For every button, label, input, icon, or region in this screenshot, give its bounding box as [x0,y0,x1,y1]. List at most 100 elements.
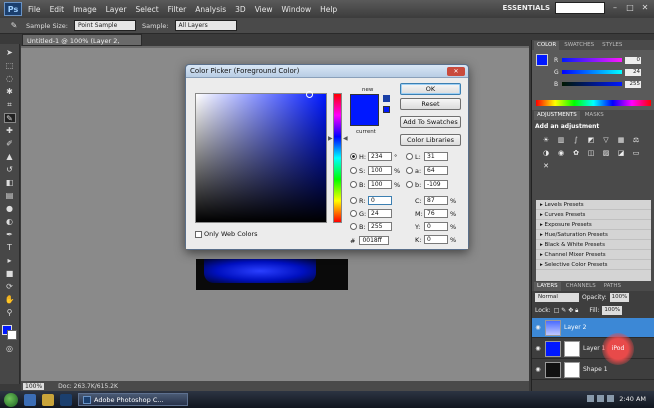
ok-button[interactable]: OK [400,83,461,95]
menu-window[interactable]: Window [282,5,312,14]
eye-icon[interactable]: ◉ [534,324,542,332]
color-libraries-button[interactable]: Color Libraries [400,134,461,146]
lock-icons[interactable]: □ ✎ ✥ 🔒︎ [554,307,579,315]
layer-row[interactable]: ◉ Layer 2 [532,318,654,338]
magenta-input[interactable]: 76 [424,209,448,218]
brightness-contrast-icon[interactable]: ☀ [540,135,552,145]
stamp-tool-icon[interactable]: ▲ [4,152,16,162]
posterize-icon[interactable]: ▨ [600,148,612,158]
hue-radio[interactable] [350,153,357,160]
vibrance-icon[interactable]: ▽ [600,135,612,145]
threshold-icon[interactable]: ◪ [615,148,627,158]
hue-saturation-icon[interactable]: ▦ [615,135,627,145]
layer-row[interactable]: ◉ Layer 1 [532,339,654,359]
eye-icon[interactable]: ◉ [534,366,542,374]
brush-tool-icon[interactable]: ✐ [4,139,16,149]
tab-adjustments[interactable]: ADJUSTMENTS [534,111,580,120]
saturation-radio[interactable] [350,167,357,174]
red-input[interactable]: 0 [368,196,392,205]
exposure-icon[interactable]: ◩ [585,135,597,145]
sample-size-select[interactable]: Point Sample [73,20,136,31]
blend-mode-select[interactable]: Normal [535,293,579,302]
preset-curves[interactable]: Curves Presets [536,210,651,220]
tab-masks[interactable]: MASKS [582,111,607,120]
add-to-swatches-button[interactable]: Add To Swatches [400,116,461,128]
shape-tool-icon[interactable]: ■ [4,269,16,279]
menu-edit[interactable]: Edit [50,5,65,14]
black-input[interactable]: 0 [424,235,448,244]
close-icon[interactable]: ✕ [640,3,650,13]
marquee-tool-icon[interactable]: ⬚ [4,61,16,71]
web-colors-checkbox[interactable] [195,230,202,238]
search-input[interactable] [555,2,605,14]
hex-input[interactable]: 0018ff [359,236,390,245]
menu-layer[interactable]: Layer [106,5,127,14]
lab-l-input[interactable]: 31 [424,152,448,161]
levels-icon[interactable]: ▥ [555,135,567,145]
color-slider-g[interactable]: G 24 [554,68,650,76]
type-tool-icon[interactable]: T [4,243,16,253]
history-brush-tool-icon[interactable]: ↺ [4,165,16,175]
menu-image[interactable]: Image [73,5,97,14]
tab-swatches[interactable]: SWATCHES [561,41,597,50]
magic-wand-tool-icon[interactable]: ✱ [4,87,16,97]
zoom-tool-icon[interactable]: ⚲ [4,308,16,318]
blue-radio[interactable] [350,223,357,230]
taskbar-photoshop-item[interactable]: Adobe Photoshop C... [78,393,188,406]
green-radio[interactable] [350,210,357,217]
eyedropper-icon[interactable]: ✎ [8,21,20,31]
preset-channel-mixer[interactable]: Channel Mixer Presets [536,250,651,260]
menu-filter[interactable]: Filter [168,5,187,14]
hue-slider[interactable] [333,93,342,223]
clock[interactable]: 2:40 AM [619,395,646,403]
color-panel-swatch[interactable] [536,54,548,66]
invert-icon[interactable]: ◫ [585,148,597,158]
lab-a-input[interactable]: 64 [424,166,448,175]
quicklaunch-folder-icon[interactable] [42,393,54,406]
brightness-input[interactable]: 100 [368,180,392,189]
tray-network-icon[interactable] [587,395,594,402]
lab-l-radio[interactable] [406,153,413,160]
move-tool-icon[interactable]: ➤ [4,48,16,58]
menu-view[interactable]: View [255,5,273,14]
web-safe-icon[interactable] [383,106,390,113]
red-radio[interactable] [350,197,357,204]
tab-color[interactable]: COLOR [534,41,560,50]
dodge-tool-icon[interactable]: ◐ [4,217,16,227]
eye-icon[interactable]: ◉ [534,345,542,353]
maximize-icon[interactable]: □ [625,3,635,13]
menu-analysis[interactable]: Analysis [195,5,226,14]
workspace-switcher[interactable]: ESSENTIALS [503,4,551,12]
fill-input[interactable]: 100% [602,306,623,315]
color-g-value[interactable]: 24 [625,68,641,76]
cube-icon[interactable] [383,95,390,102]
yellow-input[interactable]: 0 [424,222,448,231]
hue-input[interactable]: 234 [368,152,392,161]
blue-input[interactable]: 255 [368,222,392,231]
tab-layers[interactable]: LAYERS [534,282,561,291]
web-colors-option[interactable]: Only Web Colors [195,230,258,238]
zoom-level[interactable]: 100% [23,382,45,390]
lab-b-radio[interactable] [406,181,413,188]
tab-channels[interactable]: CHANNELS [563,282,599,291]
path-selection-tool-icon[interactable]: ▸ [4,256,16,266]
cyan-input[interactable]: 87 [424,196,448,205]
tray-power-icon[interactable] [607,395,614,402]
reset-button[interactable]: Reset [400,98,461,110]
tray-volume-icon[interactable] [597,395,604,402]
black-white-icon[interactable]: ◑ [540,148,552,158]
eyedropper-tool-icon[interactable]: ✎ [3,113,16,123]
start-button[interactable] [4,392,18,407]
3d-rotate-tool-icon[interactable]: ⟳ [4,282,16,292]
lab-b-input[interactable]: -109 [424,180,448,189]
hue-slider-right-arrow-icon[interactable]: ◀ [343,135,348,142]
opacity-input[interactable]: 100% [609,293,630,302]
menu-select[interactable]: Select [136,5,159,14]
gradient-map-icon[interactable]: ▭ [630,148,642,158]
preset-selective-color[interactable]: Selective Color Presets [536,260,651,270]
brightness-radio[interactable] [350,181,357,188]
preset-levels[interactable]: Levels Presets [536,200,651,210]
quicklaunch-photoshop-icon[interactable] [60,393,72,406]
saturation-brightness-field[interactable] [195,91,327,223]
pen-tool-icon[interactable]: ✒ [4,230,16,240]
